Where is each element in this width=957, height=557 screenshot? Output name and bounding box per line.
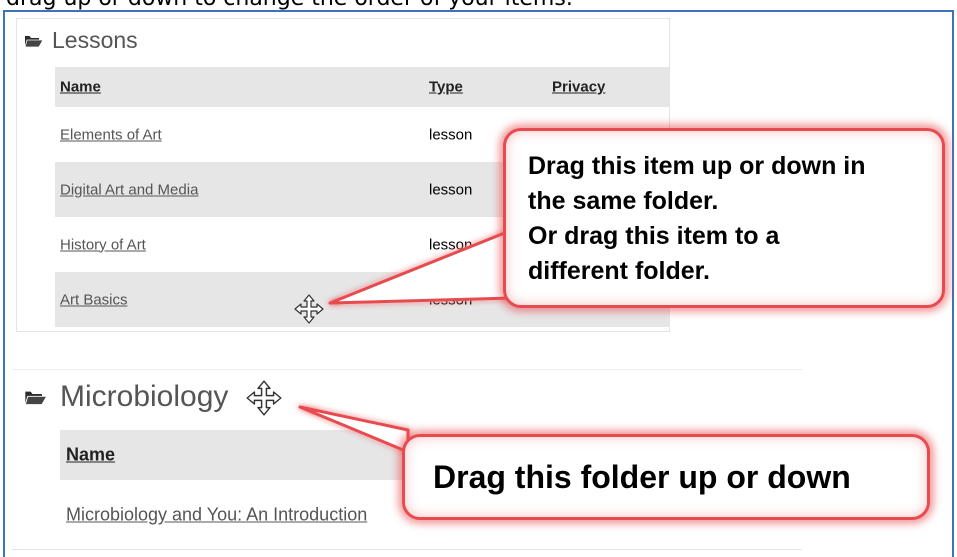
callout-text: different folder. bbox=[528, 257, 710, 285]
item-link[interactable]: History of Art bbox=[60, 236, 146, 253]
item-type: lesson bbox=[429, 181, 473, 198]
column-header-type[interactable]: Type bbox=[429, 79, 463, 96]
item-type: lesson bbox=[429, 291, 473, 308]
item-link[interactable]: Art Basics bbox=[60, 291, 128, 308]
folder-callout: Drag this folder up or down bbox=[402, 434, 930, 520]
table-row[interactable]: Microbiology and You: An Introduction bbox=[60, 480, 405, 550]
folder-divider bbox=[12, 369, 802, 370]
callout-text: Drag this folder up or down bbox=[433, 458, 851, 495]
table-header-row: Name bbox=[60, 430, 405, 480]
item-type: lesson bbox=[429, 236, 473, 253]
column-header-privacy[interactable]: Privacy bbox=[552, 79, 605, 96]
folder-open-icon bbox=[24, 33, 44, 49]
lessons-folder-title: Lessons bbox=[52, 27, 138, 53]
microbiology-folder-header[interactable]: Microbiology bbox=[24, 380, 228, 414]
microbiology-folder-title: Microbiology bbox=[60, 380, 229, 413]
item-link[interactable]: Digital Art and Media bbox=[60, 181, 198, 198]
move-cursor-icon[interactable] bbox=[246, 380, 282, 416]
item-link[interactable]: Microbiology and You: An Introduction bbox=[66, 505, 367, 526]
item-callout: Drag this item up or down in the same fo… bbox=[503, 128, 945, 308]
table-header-row: Name Type Privacy bbox=[55, 67, 670, 107]
callout-text: the same folder. bbox=[528, 187, 719, 215]
column-header-name[interactable]: Name bbox=[60, 79, 101, 96]
lessons-folder-header[interactable]: Lessons bbox=[24, 27, 138, 54]
folder-divider bbox=[12, 549, 802, 550]
move-cursor-icon[interactable] bbox=[294, 294, 324, 324]
callout-text: Or drag this item to a bbox=[528, 222, 780, 250]
column-header-name[interactable]: Name bbox=[66, 445, 115, 466]
callout-text: Drag this item up or down in bbox=[528, 152, 866, 180]
item-link[interactable]: Elements of Art bbox=[60, 126, 162, 143]
microbiology-table: Name Microbiology and You: An Introducti… bbox=[60, 430, 405, 550]
item-type: lesson bbox=[429, 126, 473, 143]
folder-open-icon bbox=[24, 388, 48, 407]
